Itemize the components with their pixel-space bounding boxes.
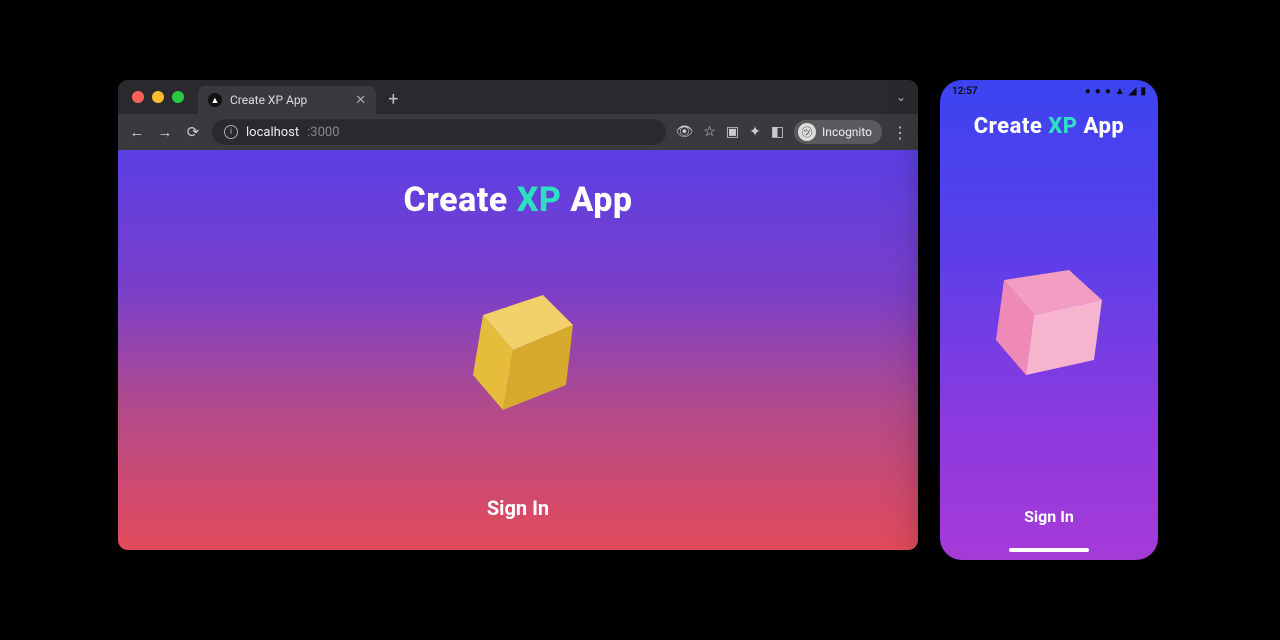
title-accent: XP [1048, 114, 1077, 139]
tab-title: Create XP App [230, 93, 307, 107]
url-port: :3000 [307, 125, 339, 140]
tabs-dropdown-icon[interactable]: ⌄ [896, 90, 906, 104]
wifi-icon: ▲ [1115, 86, 1125, 97]
status-dot-icon: ● [1105, 86, 1111, 97]
maximize-window-button[interactable] [172, 91, 184, 103]
status-dot-icon: ● [1095, 86, 1101, 97]
puzzle-extensions-icon[interactable]: ✦ [749, 124, 761, 140]
eye-off-icon[interactable]: 👁 [676, 124, 694, 140]
phone-frame: 12:57 ● ● ● ▲ ◢ ▮ Create XP App Sign In [940, 80, 1158, 560]
url-host: localhost [246, 125, 299, 140]
signin-label: Sign In [487, 496, 549, 520]
incognito-chip[interactable]: ㋡ Incognito [794, 120, 882, 144]
forward-button[interactable]: → [156, 123, 174, 141]
tab-close-icon[interactable]: ✕ [355, 93, 366, 108]
signin-button[interactable]: Sign In [487, 496, 549, 520]
status-time: 12:57 [952, 86, 978, 97]
back-button[interactable]: ← [128, 123, 146, 141]
browser-tab[interactable]: ▲ Create XP App ✕ [198, 86, 376, 114]
new-tab-button[interactable]: + [388, 89, 398, 110]
title-pre: Create [404, 180, 517, 220]
title-post: App [1078, 114, 1125, 139]
signin-label: Sign In [1024, 507, 1074, 526]
extension-icon[interactable]: ▣ [726, 124, 739, 140]
cube-pink-icon [974, 240, 1124, 390]
reload-button[interactable]: ⟳ [184, 123, 202, 141]
app-title: Create XP App [404, 180, 633, 220]
phone-statusbar: 12:57 ● ● ● ▲ ◢ ▮ [940, 80, 1158, 102]
browser-toolbar: ← → ⟳ i localhost :3000 👁 ☆ ▣ ✦ ◧ ㋡ Incog… [118, 114, 918, 150]
window-controls [132, 91, 184, 103]
battery-icon: ▮ [1140, 86, 1146, 97]
title-pre: Create [974, 114, 1049, 139]
signal-icon: ◢ [1129, 86, 1137, 97]
bookmark-star-icon[interactable]: ☆ [703, 124, 716, 140]
browser-menu-button[interactable]: ⋮ [892, 123, 908, 142]
panel-icon[interactable]: ◧ [771, 124, 784, 140]
phone-signin-button[interactable]: Sign In [1024, 507, 1074, 526]
title-accent: XP [517, 180, 562, 220]
incognito-label: Incognito [822, 125, 872, 139]
incognito-avatar-icon: ㋡ [798, 123, 816, 141]
home-indicator[interactable] [1009, 548, 1089, 552]
browser-titlebar: ▲ Create XP App ✕ + ⌄ [118, 80, 918, 114]
address-bar[interactable]: i localhost :3000 [212, 119, 666, 145]
site-info-icon[interactable]: i [224, 125, 238, 139]
cube-yellow-icon [448, 260, 608, 420]
page-viewport: Create XP App Sign In [118, 150, 918, 550]
close-window-button[interactable] [132, 91, 144, 103]
status-icons: ● ● ● ▲ ◢ ▮ [1085, 86, 1146, 97]
phone-app-title: Create XP App [974, 114, 1124, 139]
minimize-window-button[interactable] [152, 91, 164, 103]
tab-favicon-icon: ▲ [208, 93, 222, 107]
browser-window: ▲ Create XP App ✕ + ⌄ ← → ⟳ i localhost:… [118, 80, 918, 550]
status-dot-icon: ● [1085, 86, 1091, 97]
title-post: App [561, 180, 632, 220]
toolbar-right: 👁 ☆ ▣ ✦ ◧ ㋡ Incognito ⋮ [676, 120, 909, 144]
